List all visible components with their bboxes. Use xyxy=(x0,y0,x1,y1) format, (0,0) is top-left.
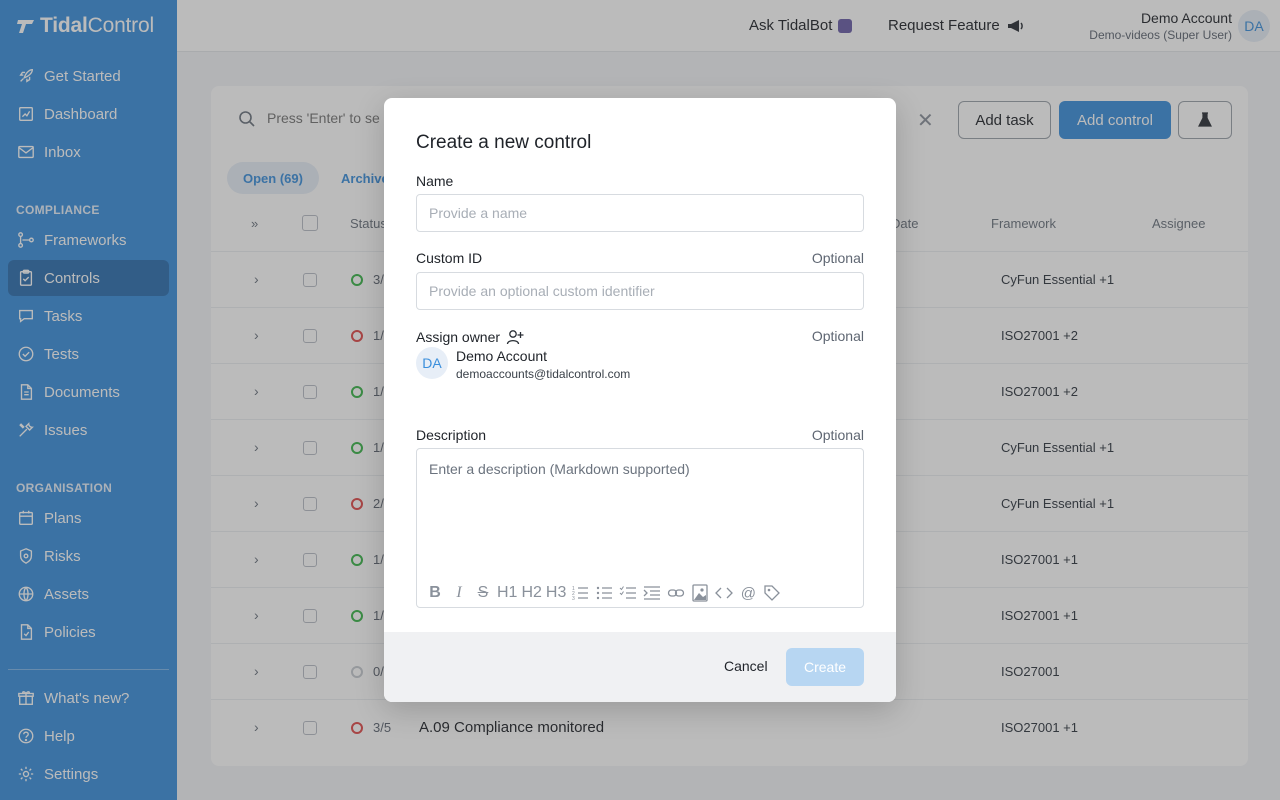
description-placeholder: Enter a description (Markdown supported) xyxy=(429,461,690,477)
assign-owner-row: Assign owner xyxy=(416,328,524,346)
heading-2-button[interactable]: H2 xyxy=(521,583,541,603)
add-user-icon[interactable] xyxy=(506,328,524,346)
tag-icon[interactable] xyxy=(762,583,782,603)
custom-id-label: Custom ID xyxy=(416,250,483,266)
assign-owner-label: Assign owner xyxy=(416,329,501,345)
custom-id-field[interactable] xyxy=(416,272,864,310)
editor-toolbar: B I S H1 H2 H3 123 @ xyxy=(425,583,782,603)
description-editor[interactable]: Enter a description (Markdown supported)… xyxy=(416,448,864,608)
italic-button[interactable]: I xyxy=(449,583,469,603)
dialog-title: Create a new control xyxy=(416,132,592,153)
indent-icon[interactable] xyxy=(642,583,662,603)
ordered-list-icon[interactable]: 123 xyxy=(570,583,590,603)
name-label: Name xyxy=(416,173,454,189)
create-control-dialog: Create a new control Name Custom ID Opti… xyxy=(384,98,896,702)
description-label: Description xyxy=(416,427,487,443)
description-optional: Optional xyxy=(811,427,864,443)
strikethrough-button[interactable]: S xyxy=(473,583,493,603)
custom-id-optional: Optional xyxy=(811,250,864,266)
owner-email: demoaccounts@tidalcontrol.com xyxy=(456,367,631,381)
cancel-button[interactable]: Cancel xyxy=(724,658,768,674)
owner-name: Demo Account xyxy=(456,348,548,364)
bold-button[interactable]: B xyxy=(425,583,445,603)
name-field[interactable] xyxy=(416,194,864,232)
owner-optional: Optional xyxy=(811,328,864,344)
mention-icon[interactable]: @ xyxy=(738,583,758,603)
task-list-icon[interactable] xyxy=(618,583,638,603)
heading-3-button[interactable]: H3 xyxy=(546,583,566,603)
link-icon[interactable] xyxy=(666,583,686,603)
image-icon[interactable] xyxy=(690,583,710,603)
owner-avatar[interactable]: DA xyxy=(416,347,448,379)
code-icon[interactable] xyxy=(714,583,734,603)
svg-text:3: 3 xyxy=(572,596,575,601)
bullet-list-icon[interactable] xyxy=(594,583,614,603)
dialog-footer: Cancel Create xyxy=(384,632,896,702)
heading-1-button[interactable]: H1 xyxy=(497,583,517,603)
create-button[interactable]: Create xyxy=(786,648,864,686)
